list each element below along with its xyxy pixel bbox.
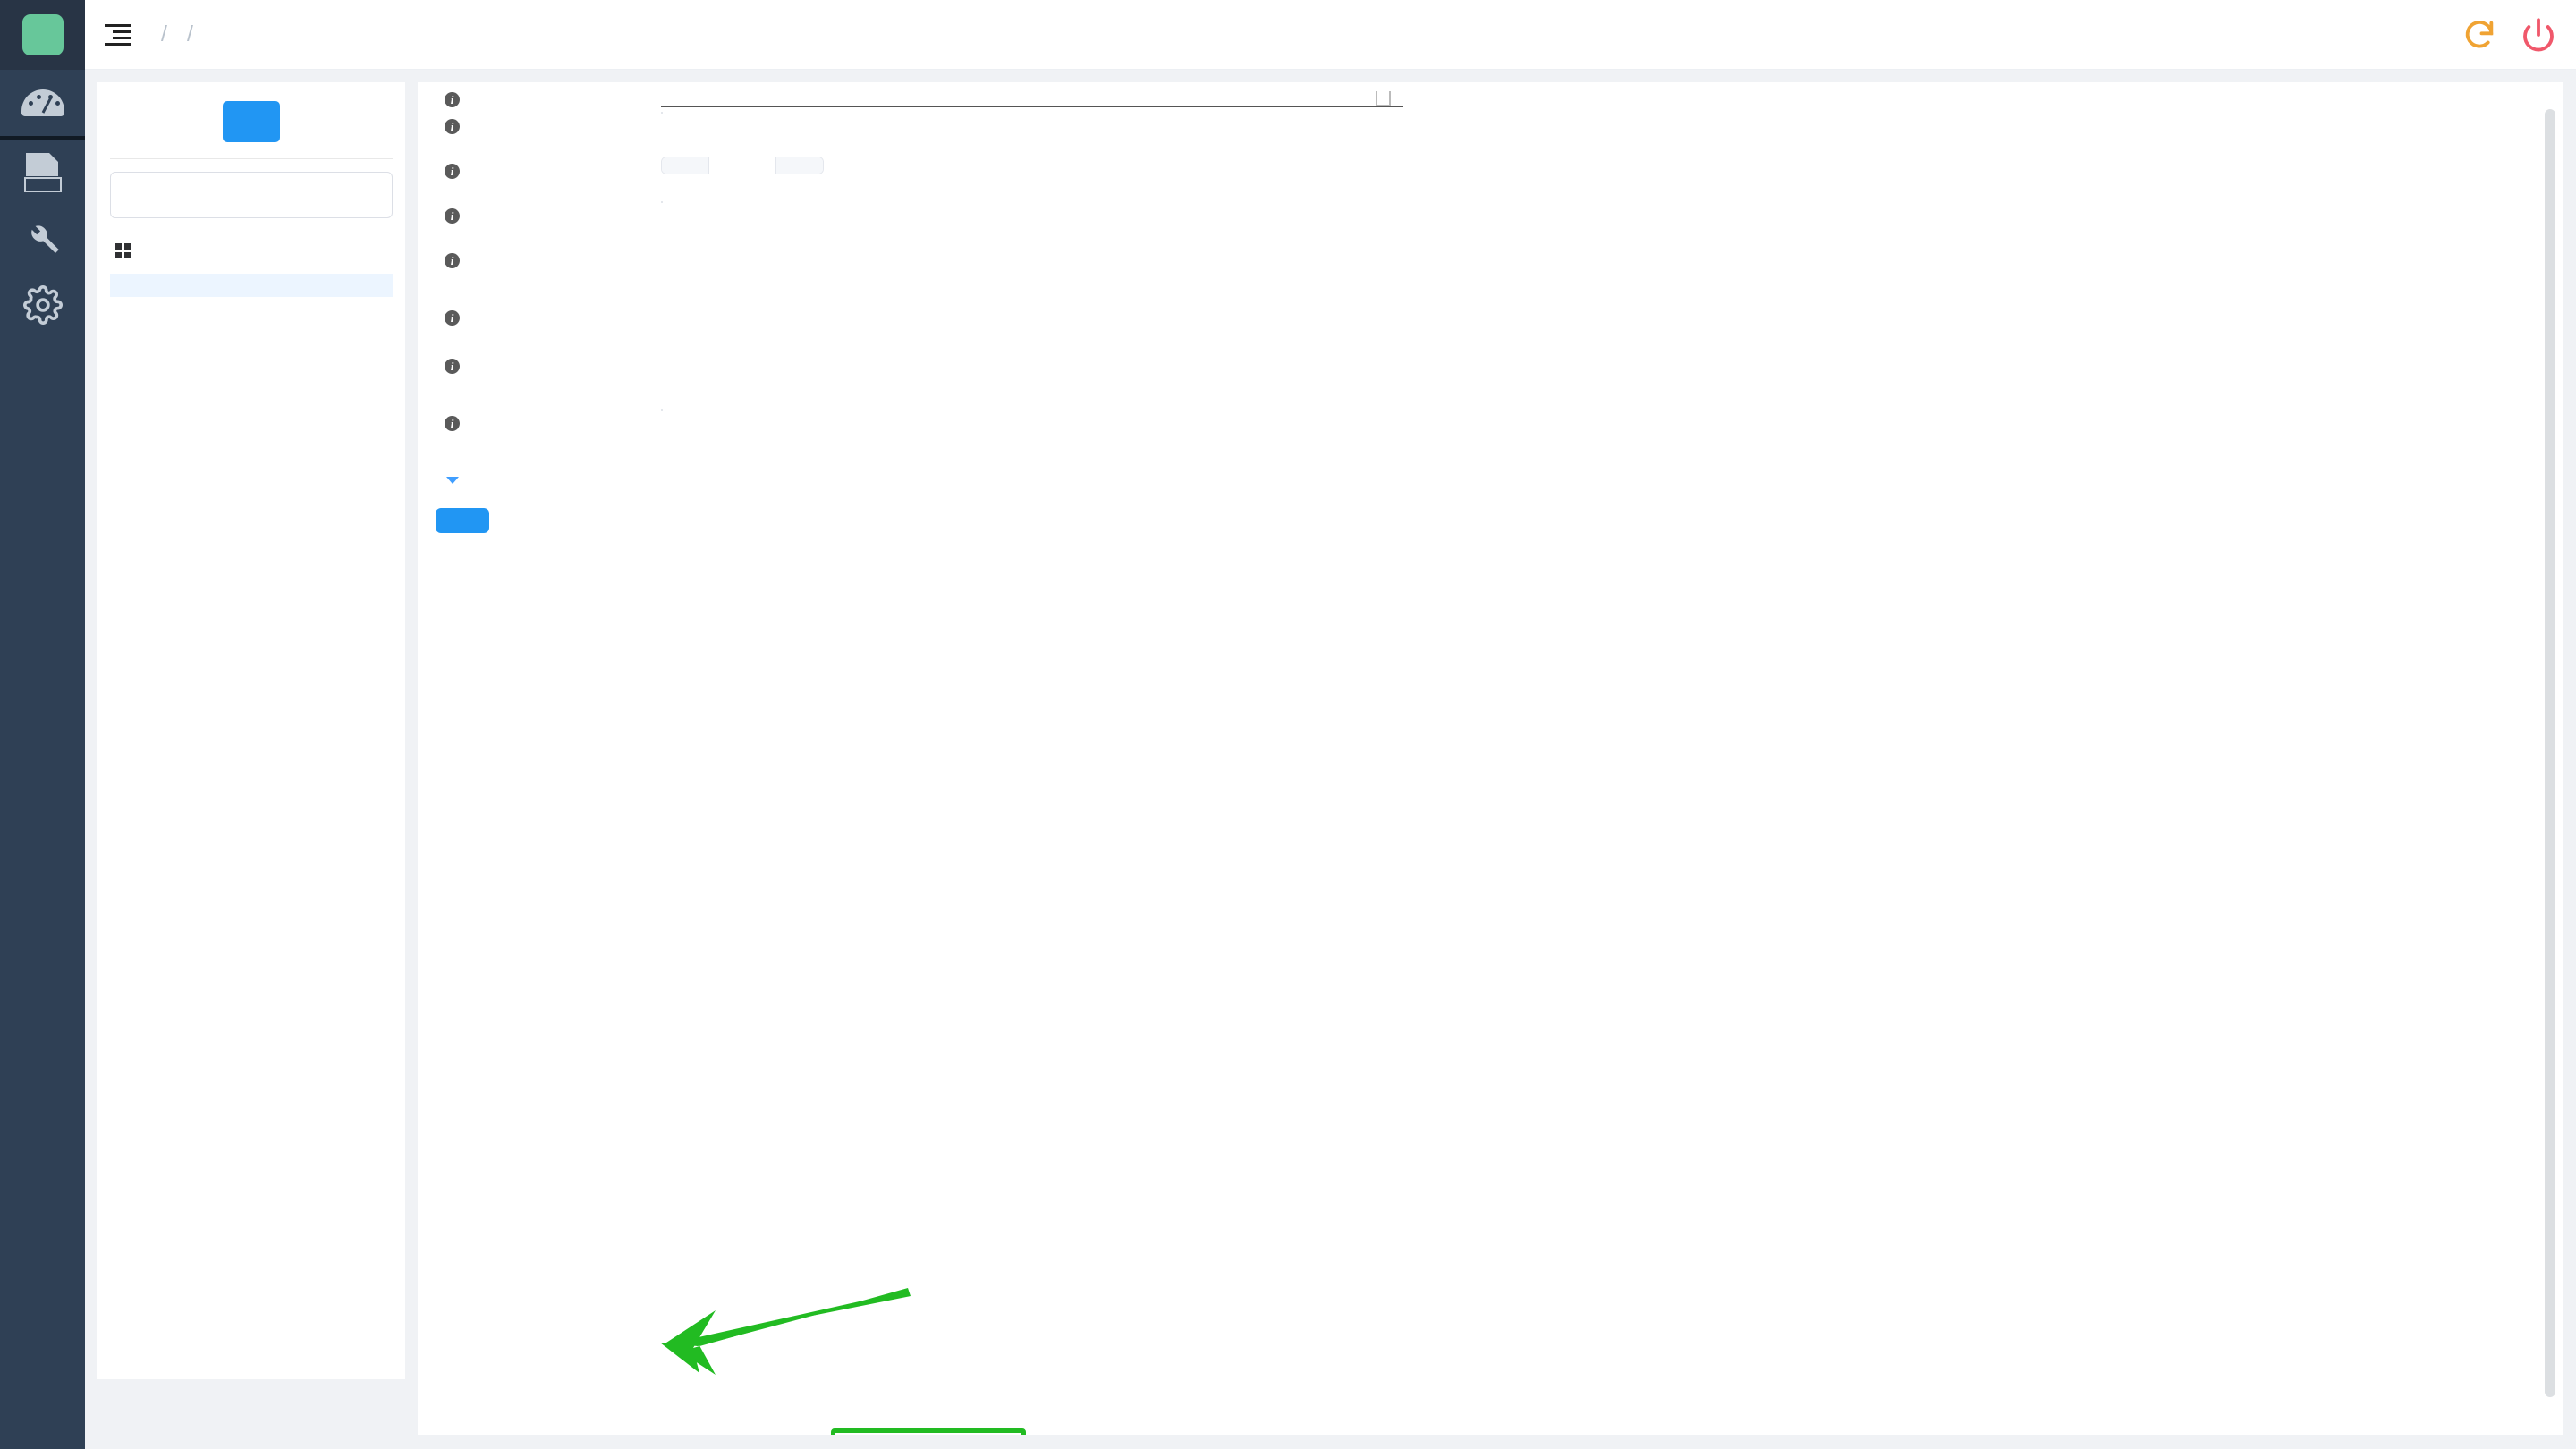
- document-doc-icon[interactable]: [0, 140, 85, 206]
- grid-icon: [115, 243, 131, 258]
- main-column: / / i i i i i i i i: [85, 0, 2576, 1449]
- icon-rail: [0, 0, 85, 1449]
- page-body: i i i i i i i i: [85, 70, 2576, 1435]
- beamforming-segmented[interactable]: [661, 409, 663, 411]
- logo-letter: [21, 14, 64, 55]
- doc-icon-label: [23, 177, 62, 192]
- num-chains-label: i: [437, 152, 661, 179]
- project-tree: [110, 238, 393, 297]
- field-type: i: [418, 107, 2563, 152]
- advanced-setting-toggle[interactable]: [437, 471, 459, 484]
- stepper-plus-button[interactable]: [776, 157, 823, 174]
- app-logo: [0, 0, 85, 70]
- info-icon[interactable]: i: [445, 359, 460, 374]
- field-beamforming: i: [418, 404, 2563, 449]
- field-ru-config: i: [418, 299, 2563, 343]
- band-segmented[interactable]: [661, 201, 663, 203]
- confirm-create-button[interactable]: [436, 508, 489, 533]
- info-icon[interactable]: i: [445, 416, 460, 431]
- info-icon[interactable]: i: [445, 119, 460, 134]
- num-chains-stepper[interactable]: [661, 157, 824, 174]
- hamburger-menu-icon[interactable]: [85, 23, 151, 46]
- breadcrumb-separator: /: [161, 21, 167, 47]
- band-label: i: [437, 197, 661, 224]
- type-segmented[interactable]: [661, 112, 663, 114]
- trash-icon[interactable]: [1376, 91, 1391, 106]
- new-project-button[interactable]: [223, 101, 280, 142]
- tree-root-node[interactable]: [110, 238, 393, 264]
- field-num-of-chains: i: [418, 152, 2563, 197]
- refresh-icon[interactable]: [2462, 17, 2497, 53]
- panel-divider: [110, 158, 393, 159]
- project-panel: [97, 82, 405, 1435]
- stepper-value[interactable]: [708, 157, 776, 174]
- info-icon[interactable]: i: [445, 208, 460, 224]
- power-icon[interactable]: [2521, 17, 2556, 53]
- breadcrumb: / /: [151, 21, 203, 47]
- title-input[interactable]: [661, 82, 1403, 107]
- search-input[interactable]: [110, 172, 393, 218]
- mode-label: i: [437, 242, 661, 268]
- stepper-minus-button[interactable]: [662, 157, 708, 174]
- top-bar-right: [2438, 17, 2556, 53]
- field-band: i: [418, 197, 2563, 242]
- field-mode: i: [418, 242, 2563, 286]
- antenna-gain-label: i: [437, 347, 661, 374]
- field-antenna-gain: i: [418, 347, 2563, 392]
- type-label: i: [437, 107, 661, 134]
- gear-icon[interactable]: [0, 272, 85, 338]
- info-icon[interactable]: i: [445, 253, 460, 268]
- info-icon[interactable]: i: [445, 164, 460, 179]
- field-title: i: [418, 82, 2563, 107]
- app-root: / / i i i i i i i i: [0, 0, 2576, 1449]
- top-bar: / /: [85, 0, 2576, 70]
- wrench-icon[interactable]: [0, 206, 85, 272]
- info-icon[interactable]: i: [445, 310, 460, 326]
- form-panel: i i i i i i i i: [418, 82, 2563, 1435]
- chevron-down-icon: [446, 477, 459, 484]
- title-label: i: [437, 82, 661, 107]
- tree-item-demo[interactable]: [110, 274, 393, 297]
- ru-config-label: i: [437, 299, 661, 326]
- confirm-area: [418, 485, 2563, 533]
- form-scroll-area: i i i i i i i i: [418, 82, 2563, 1435]
- beamforming-label: i: [437, 404, 661, 431]
- breadcrumb-separator: /: [186, 21, 193, 47]
- info-icon[interactable]: i: [445, 92, 460, 107]
- dashboard-gauge-icon[interactable]: [0, 70, 85, 136]
